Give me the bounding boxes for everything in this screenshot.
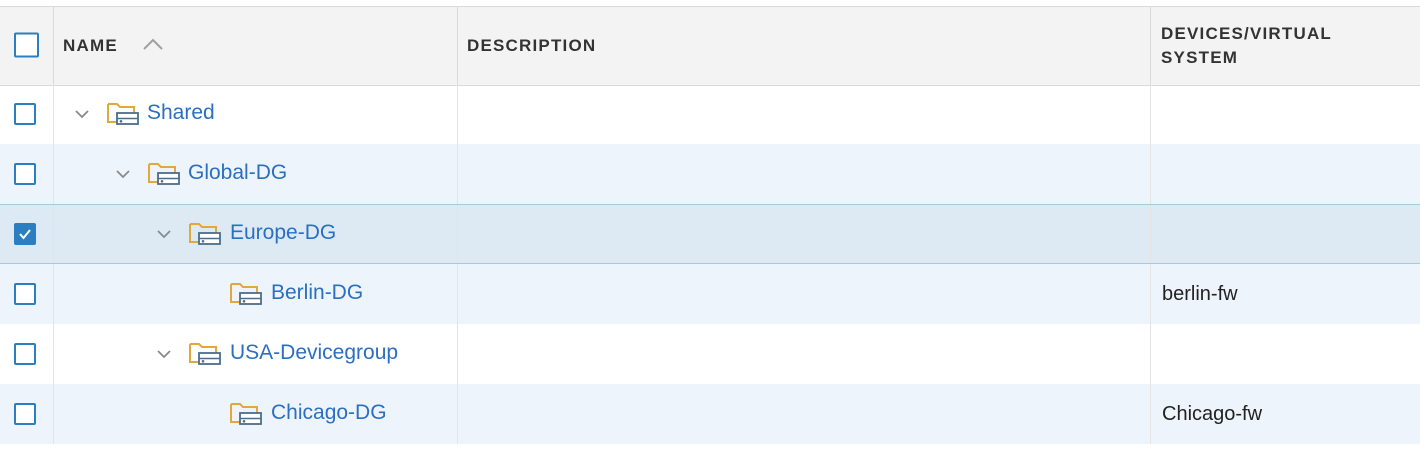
devices-value: berlin-fw bbox=[1162, 283, 1238, 305]
table-row[interactable]: Berlin-DG berlin-fw bbox=[0, 264, 1420, 324]
column-divider bbox=[1150, 7, 1151, 85]
chevron-down-icon[interactable] bbox=[115, 168, 131, 180]
device-group-link[interactable]: Berlin-DG bbox=[271, 281, 363, 305]
column-divider bbox=[53, 7, 54, 85]
device-group-link[interactable]: Shared bbox=[147, 101, 215, 125]
checkmark-icon bbox=[19, 229, 31, 240]
device-group-folder-icon bbox=[189, 343, 221, 365]
column-header-devices[interactable]: DEVICES/VIRTUAL SYSTEM bbox=[1161, 7, 1332, 85]
device-group-link[interactable]: Europe-DG bbox=[230, 221, 336, 245]
row-checkbox[interactable] bbox=[14, 163, 36, 185]
column-divider bbox=[457, 7, 458, 85]
row-checkbox[interactable] bbox=[14, 403, 36, 425]
table-header: NAME DESCRIPTION DEVICES/VIRTUAL SYSTEM bbox=[0, 6, 1420, 86]
table-row[interactable]: Shared bbox=[0, 84, 1420, 144]
device-group-folder-icon bbox=[189, 223, 221, 245]
sort-ascending-icon[interactable] bbox=[142, 37, 164, 51]
select-all-checkbox[interactable] bbox=[14, 32, 39, 58]
row-checkbox[interactable] bbox=[14, 343, 36, 365]
table-row[interactable]: Global-DG bbox=[0, 144, 1420, 204]
table-row-selected[interactable]: Europe-DG bbox=[0, 204, 1420, 264]
device-group-folder-icon bbox=[148, 163, 180, 185]
column-header-name[interactable]: NAME bbox=[63, 7, 118, 85]
device-group-folder-icon bbox=[230, 403, 262, 425]
device-group-folder-icon bbox=[107, 103, 139, 125]
chevron-down-icon[interactable] bbox=[156, 228, 172, 240]
row-checkbox-checked[interactable] bbox=[14, 223, 36, 245]
devices-value: Chicago-fw bbox=[1162, 403, 1263, 425]
device-group-link[interactable]: Global-DG bbox=[188, 161, 287, 185]
device-group-folder-icon bbox=[230, 283, 262, 305]
row-checkbox[interactable] bbox=[14, 283, 36, 305]
table-row[interactable]: Chicago-DG Chicago-fw bbox=[0, 384, 1420, 444]
column-header-description[interactable]: DESCRIPTION bbox=[467, 7, 596, 85]
chevron-down-icon[interactable] bbox=[74, 108, 90, 120]
table-row[interactable]: USA-Devicegroup bbox=[0, 324, 1420, 384]
row-checkbox[interactable] bbox=[14, 103, 36, 125]
device-group-link[interactable]: USA-Devicegroup bbox=[230, 341, 398, 365]
device-group-link[interactable]: Chicago-DG bbox=[271, 401, 387, 425]
chevron-down-icon[interactable] bbox=[156, 348, 172, 360]
